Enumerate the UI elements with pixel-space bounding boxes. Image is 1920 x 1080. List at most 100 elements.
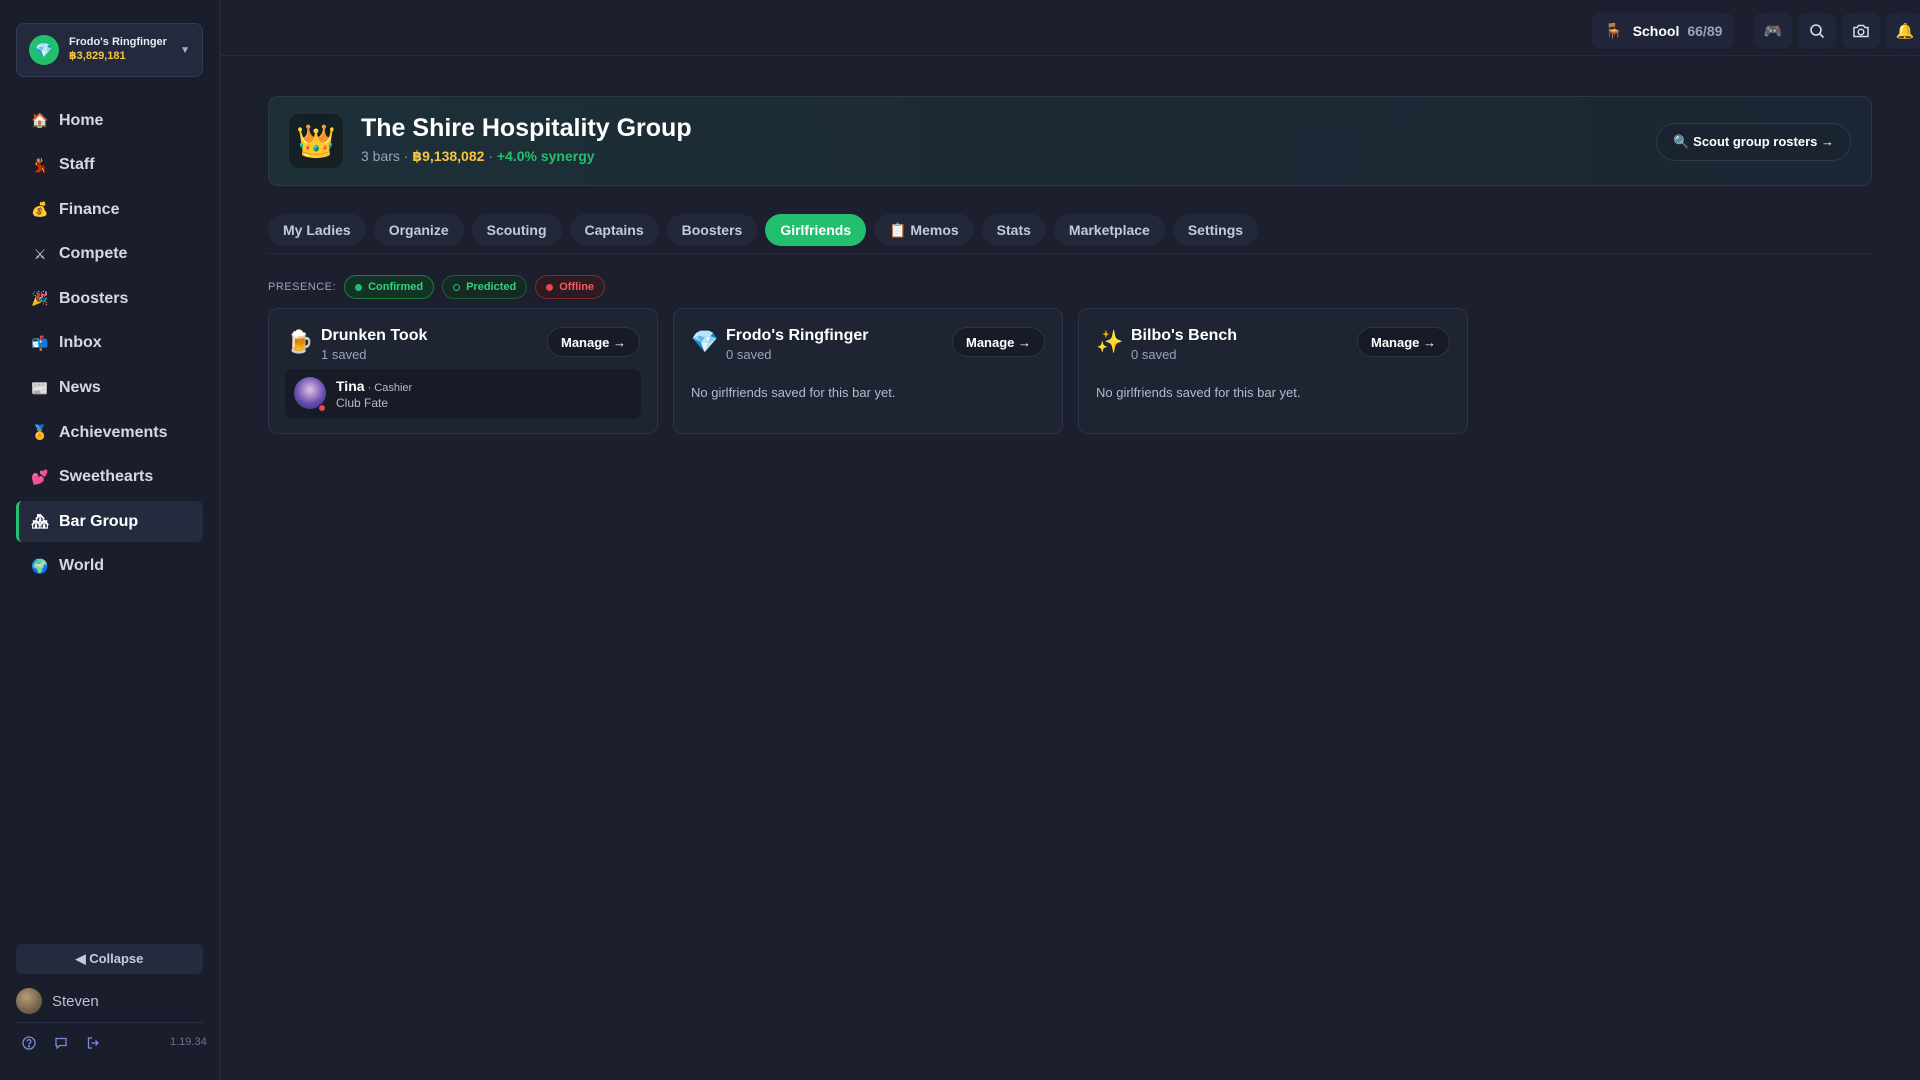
dancer-icon: 💃 [31, 156, 49, 173]
group-synergy: +4.0% synergy [496, 148, 595, 164]
empty-state-text: No girlfriends saved for this bar yet. [691, 385, 896, 400]
sidebar: 💎 Frodo's Ringfinger ฿3,829,181 ▼ 🏠 Home … [0, 0, 220, 1080]
school-count: 66/89 [1687, 23, 1723, 39]
logout-icon[interactable] [84, 1034, 102, 1052]
sidebar-item-finance[interactable]: 💰 Finance [16, 189, 203, 230]
offline-status-dot [318, 404, 326, 412]
tab-my-ladies[interactable]: My Ladies [268, 214, 366, 246]
sidebar-item-label: Finance [59, 200, 120, 218]
home-icon: 🏠 [31, 112, 49, 128]
sidebar-item-label: World [59, 557, 105, 575]
tab-captains[interactable]: Captains [569, 214, 659, 246]
presence-predicted-chip[interactable]: Predicted [442, 275, 528, 299]
bar-switcher[interactable]: 💎 Frodo's Ringfinger ฿3,829,181 ▼ [16, 23, 203, 77]
tab-organize[interactable]: Organize [373, 214, 464, 246]
sidebar-item-news[interactable]: 📰 News [16, 368, 203, 409]
gamepad-icon: 🎮 [1763, 23, 1783, 40]
tab-stats[interactable]: Stats [981, 214, 1046, 246]
presence-legend: PRESENCE: Confirmed Predicted Offline [268, 275, 606, 299]
hearts-icon: 💕 [31, 468, 49, 485]
tab-girlfriends[interactable]: Girlfriends [765, 214, 867, 246]
group-tabs: My Ladies Organize Scouting Captains Boo… [268, 214, 1259, 246]
bar-card-frodos-ringfinger: 💎 Frodo's Ringfinger 0 saved Manage → No… [673, 308, 1063, 434]
app-version: 1.19.34 [170, 1036, 207, 1048]
help-icon[interactable] [20, 1034, 38, 1052]
bar-switcher-money: ฿3,829,181 [69, 50, 126, 62]
status-ring-icon [453, 283, 461, 291]
medal-icon: 🏅 [31, 424, 49, 441]
scout-rosters-button[interactable]: 🔍 Scout group rosters → [1656, 123, 1851, 161]
school-label: School [1632, 23, 1680, 39]
empty-state-text: No girlfriends saved for this bar yet. [1096, 385, 1301, 400]
tab-scouting[interactable]: Scouting [471, 214, 562, 246]
girlfriend-club: Club Fate [336, 396, 389, 410]
sidebar-item-compete[interactable]: ⚔ Compete [16, 234, 203, 275]
sidebar-item-label: Inbox [59, 334, 102, 352]
search-icon [1810, 24, 1825, 39]
sidebar-item-achievements[interactable]: 🏅 Achievements [16, 412, 203, 453]
user-profile[interactable]: Steven [16, 986, 203, 1016]
group-bar-count: 3 bars [361, 148, 400, 164]
crossed-swords-icon: ⚔ [33, 245, 47, 262]
sidebar-item-bar-group[interactable]: 🏘 Bar Group [16, 501, 203, 543]
sidebar-item-home[interactable]: 🏠 Home [16, 100, 203, 141]
sidebar-nav: 🏠 Home 💃 Staff 💰 Finance ⚔ Compete 🎉 Boosters… [16, 100, 203, 591]
sidebar-item-staff[interactable]: 💃 Staff [16, 145, 203, 186]
money-bag-icon: 💰 [31, 201, 49, 218]
bar-saved-count: 0 saved [726, 347, 772, 362]
sidebar-item-sweethearts[interactable]: 💕 Sweethearts [16, 457, 203, 498]
girlfriend-role: · Cashier [364, 382, 413, 394]
group-value: ฿9,138,082 [412, 148, 485, 164]
page-title: The Shire Hospitality Group [361, 114, 692, 142]
chat-icon[interactable] [52, 1034, 70, 1052]
list-item[interactable]: Tina · Cashier Club Fate [285, 369, 641, 419]
tab-memos[interactable]: 📋 Memos [874, 214, 974, 246]
chair-icon: 🪑 [1604, 23, 1623, 40]
bar-name: Frodo's Ringfinger [726, 327, 869, 344]
sidebar-item-boosters[interactable]: 🎉 Boosters [16, 278, 203, 319]
sparkles-icon: ✨ [1096, 329, 1124, 354]
beer-mug-icon: 🍺 [286, 329, 314, 354]
search-button[interactable] [1798, 13, 1836, 49]
user-name: Steven [52, 992, 99, 1010]
top-bar: 🪑 School 66/89 🎮 🔔 [220, 0, 1920, 56]
group-header: 👑 The Shire Hospitality Group 3 bars · ฿… [268, 96, 1872, 186]
houses-icon: 🏘 [31, 513, 49, 530]
presence-label: PRESENCE: [268, 281, 337, 293]
sidebar-item-label: Achievements [59, 423, 168, 441]
sidebar-item-label: Bar Group [59, 512, 139, 530]
tabs-divider [268, 253, 1872, 254]
camera-button[interactable] [1842, 13, 1880, 49]
bar-switcher-name: Frodo's Ringfinger [69, 36, 167, 49]
gem-icon: 💎 [691, 329, 719, 354]
sidebar-item-label: News [59, 379, 101, 397]
collapse-button[interactable]: ◀ Collapse [16, 944, 203, 974]
bar-name: Bilbo's Bench [1131, 327, 1238, 344]
bar-saved-count: 0 saved [1131, 347, 1177, 362]
crown-icon: 👑 [289, 114, 343, 168]
notifications-button[interactable]: 🔔 [1886, 13, 1920, 49]
school-indicator[interactable]: 🪑 School 66/89 [1592, 13, 1735, 49]
tab-settings[interactable]: Settings [1172, 214, 1259, 246]
newspaper-icon: 📰 [31, 379, 49, 396]
sidebar-item-label: Boosters [59, 289, 129, 307]
tab-marketplace[interactable]: Marketplace [1053, 214, 1165, 246]
tab-boosters[interactable]: Boosters [666, 214, 758, 246]
bar-saved-count: 1 saved [321, 347, 367, 362]
sidebar-item-world[interactable]: 🌍 World [16, 546, 203, 587]
presence-confirmed-chip[interactable]: Confirmed [344, 275, 435, 299]
presence-offline-chip[interactable]: Offline [535, 275, 606, 299]
avatar [16, 988, 42, 1014]
mailbox-icon: 📬 [31, 334, 49, 351]
manage-button[interactable]: Manage → [546, 327, 640, 357]
sidebar-item-label: Sweethearts [59, 468, 154, 486]
bell-icon: 🔔 [1895, 23, 1915, 40]
sidebar-item-inbox[interactable]: 📬 Inbox [16, 323, 203, 364]
status-dot-icon [546, 283, 554, 291]
girlfriend-name: Tina [336, 378, 365, 394]
manage-button[interactable]: Manage → [1356, 327, 1450, 357]
gamepad-button[interactable]: 🎮 [1754, 13, 1792, 49]
bar-card-drunken-took: 🍺 Drunken Took 1 saved Manage → Tina · C… [268, 308, 658, 434]
camera-icon [1853, 24, 1869, 38]
manage-button[interactable]: Manage → [951, 327, 1045, 357]
